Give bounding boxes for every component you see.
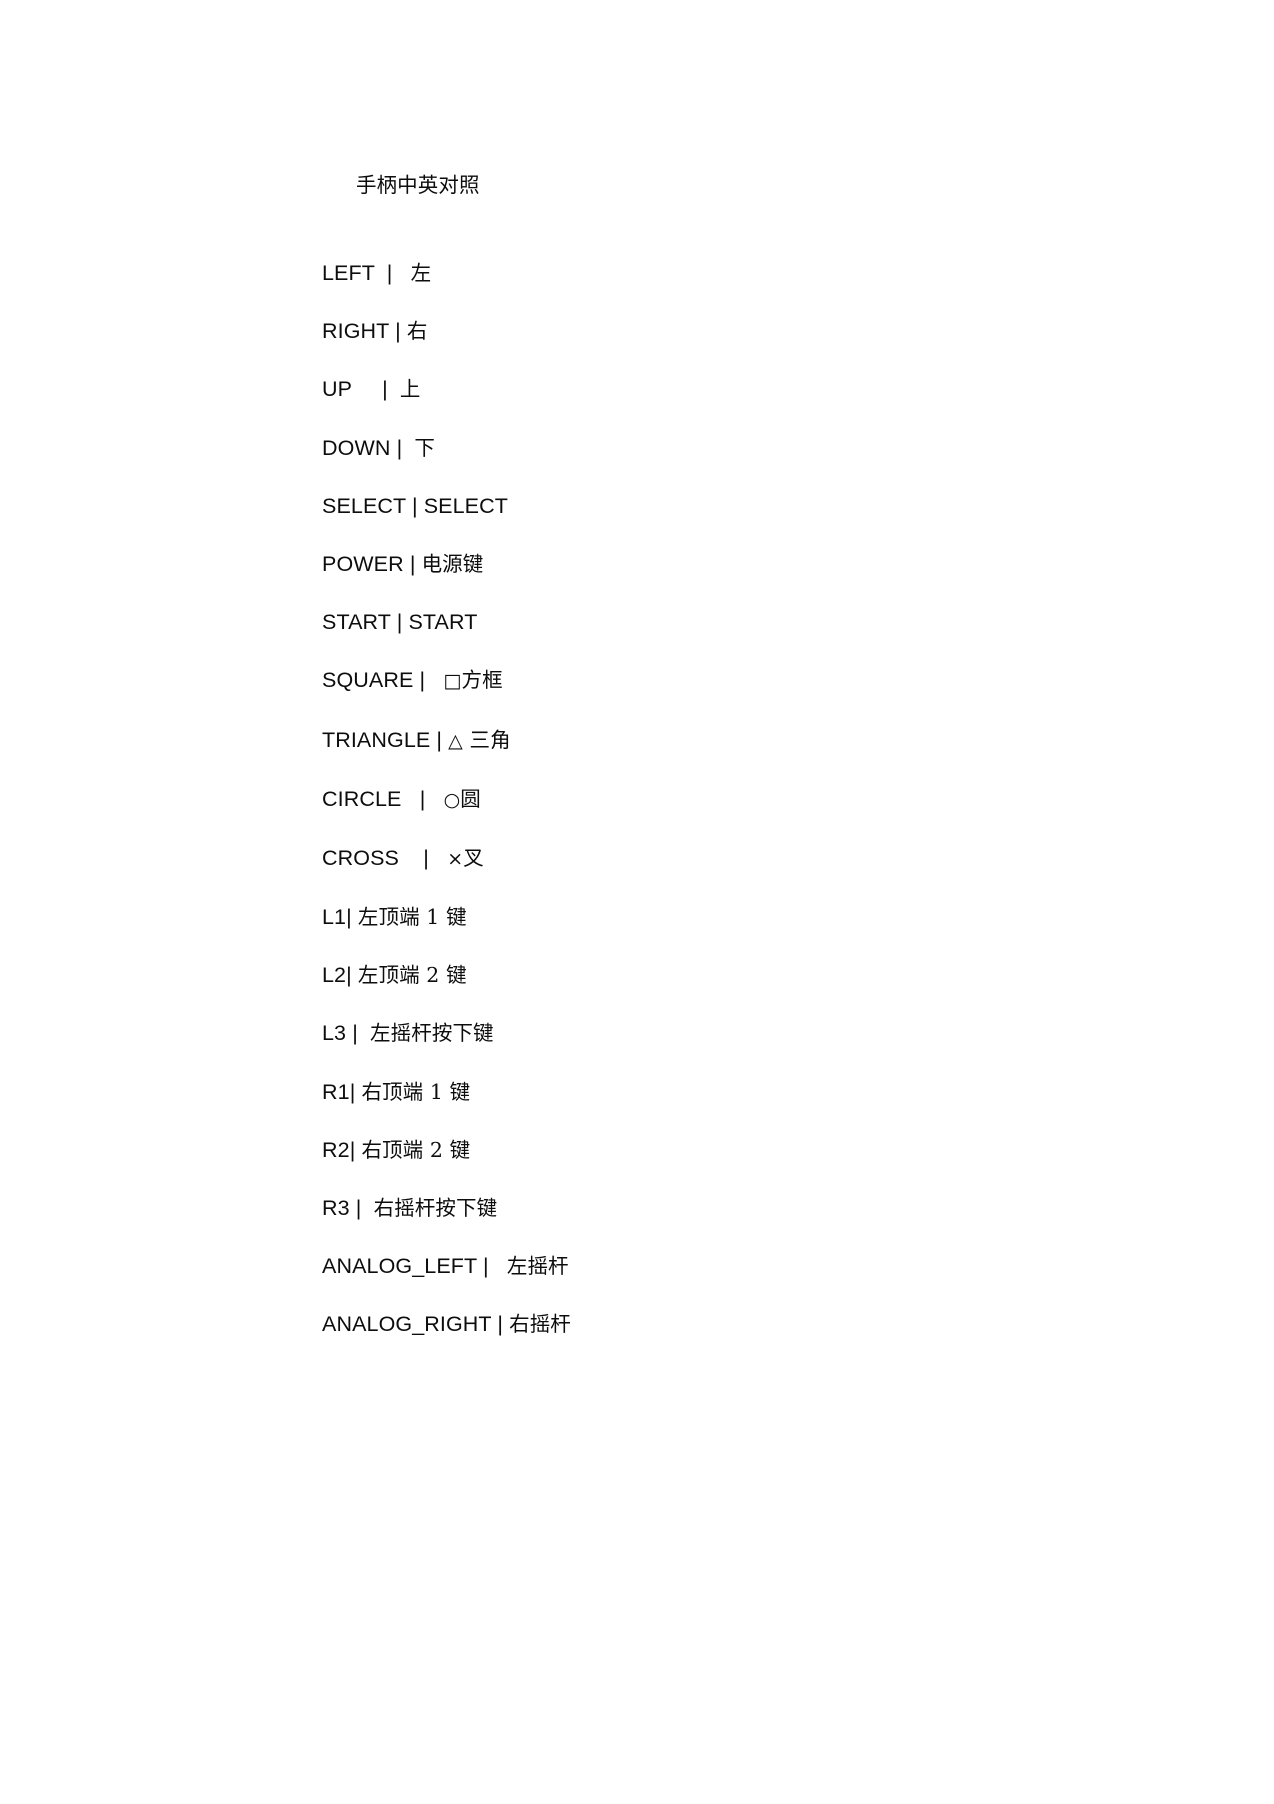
mapping-row: SELECT | SELECT <box>322 492 1022 520</box>
mapping-key: RIGHT <box>322 319 389 344</box>
mapping-shape-glyph-icon: △ <box>448 729 463 752</box>
mapping-row: R2| 右顶端 2 键 <box>322 1136 1022 1164</box>
mapping-value: 三角 <box>462 727 511 752</box>
mapping-key: SQUARE <box>322 668 414 693</box>
mapping-value: 右摇杆 <box>509 1312 571 1337</box>
document-body: 手柄中英对照 LEFT | 左 RIGHT | 右 UP | 上 DOWN | 下 SE… <box>322 143 1022 1369</box>
mapping-key: L3 <box>322 1021 347 1046</box>
document-title: 手柄中英对照 <box>322 143 1022 228</box>
mapping-row: L1| 左顶端 1 键 <box>322 903 1022 931</box>
mapping-key: TRIANGLE <box>322 727 431 752</box>
document-page: 手柄中英对照 LEFT | 左 RIGHT | 右 UP | 上 DOWN | 下 SE… <box>0 0 1274 1804</box>
mapping-key: POWER <box>322 551 404 576</box>
mapping-row: TRIANGLE | △ 三角 <box>322 726 1022 755</box>
mapping-row: SQUARE | □方框 <box>322 666 1022 695</box>
mapping-key: CIRCLE <box>322 786 402 811</box>
mapping-key: R2 <box>322 1137 350 1162</box>
mapping-key: LEFT <box>322 261 375 285</box>
mapping-key: ANALOG_LEFT <box>322 1254 477 1279</box>
mapping-value: 左顶端 2 键 <box>357 963 467 988</box>
mapping-value: 叉 <box>463 845 484 870</box>
mapping-row: CIRCLE | ○圆 <box>322 785 1022 814</box>
mapping-key: UP <box>322 377 352 402</box>
mapping-post-gap <box>358 1021 370 1045</box>
mapping-value: 方框 <box>461 668 503 693</box>
mapping-row: ANALOG_RIGHT | 右摇杆 <box>322 1310 1022 1338</box>
mapping-shape-glyph-icon: ○ <box>443 788 461 811</box>
mapping-key: ANALOG_RIGHT <box>322 1312 492 1337</box>
mapping-row: L3 | 左摇杆按下键 <box>322 1019 1022 1047</box>
mapping-post-gap <box>361 1196 373 1220</box>
mapping-key: CROSS <box>322 845 399 870</box>
mapping-pre-gap <box>352 377 382 401</box>
mapping-value: 左顶端 1 键 <box>357 905 467 930</box>
mapping-post-gap <box>392 261 410 285</box>
mapping-post-gap <box>429 846 447 870</box>
mapping-value: 圆 <box>460 786 481 811</box>
mapping-pre-gap <box>401 787 419 811</box>
mapping-value: 上 <box>399 377 421 402</box>
document-title-text: 手柄中英对照 <box>355 173 480 197</box>
mapping-row: POWER | 电源键 <box>322 550 1022 578</box>
mapping-post-gap <box>425 668 443 692</box>
gamepad-mapping-list: LEFT | 左 RIGHT | 右 UP | 上 DOWN | 下 SELECT | … <box>322 259 1022 1338</box>
mapping-shape-glyph-icon: × <box>447 847 464 870</box>
mapping-value: 下 <box>414 435 436 460</box>
mapping-row: ANALOG_LEFT | 左摇杆 <box>322 1252 1022 1280</box>
mapping-value: 电源键 <box>421 551 484 576</box>
mapping-value: 右摇杆按下键 <box>373 1196 498 1220</box>
mapping-row: R1| 右顶端 1 键 <box>322 1078 1022 1106</box>
mapping-post-gap <box>425 787 443 811</box>
mapping-post-gap <box>489 1254 507 1278</box>
mapping-value: 左摇杆按下键 <box>370 1021 494 1046</box>
mapping-row: CROSS | ×叉 <box>322 844 1022 873</box>
mapping-value: SELECT <box>423 493 508 518</box>
mapping-row: L2| 左顶端 2 键 <box>322 961 1022 989</box>
mapping-pre-gap <box>375 261 387 285</box>
mapping-key: R1 <box>322 1079 350 1104</box>
mapping-value: 左摇杆 <box>506 1254 569 1279</box>
mapping-pre-gap <box>399 846 423 870</box>
mapping-row: LEFT | 左 <box>322 259 1022 287</box>
mapping-post-gap <box>402 436 414 460</box>
mapping-row: RIGHT | 右 <box>322 317 1022 345</box>
mapping-key: L1 <box>322 905 347 930</box>
mapping-value: 左 <box>410 261 432 285</box>
mapping-row: START | START <box>322 608 1022 636</box>
mapping-post-gap <box>388 377 400 401</box>
mapping-value: START <box>408 610 478 635</box>
mapping-key: DOWN <box>322 435 391 460</box>
mapping-key: SELECT <box>322 493 406 518</box>
mapping-key: R3 <box>322 1196 350 1220</box>
mapping-shape-glyph-icon: □ <box>443 670 462 693</box>
mapping-key: L2 <box>322 963 347 988</box>
mapping-row: DOWN | 下 <box>322 434 1022 462</box>
mapping-row: R3 | 右摇杆按下键 <box>322 1194 1022 1222</box>
mapping-value: 右 <box>406 319 428 344</box>
mapping-row: UP | 上 <box>322 375 1022 403</box>
mapping-value: 右顶端 1 键 <box>361 1079 471 1104</box>
mapping-key: START <box>322 610 391 635</box>
mapping-value: 右顶端 2 键 <box>361 1137 471 1162</box>
